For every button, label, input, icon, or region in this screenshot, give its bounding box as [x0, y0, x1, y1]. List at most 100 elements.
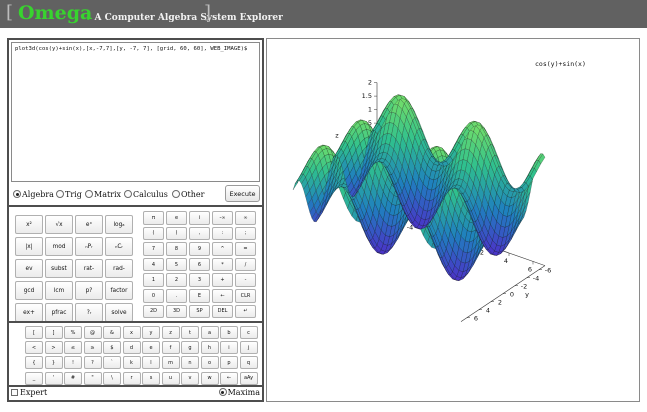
key-button[interactable]: j — [239, 341, 258, 355]
key-button[interactable]: ; — [235, 226, 256, 241]
key-button[interactable]: ) — [166, 226, 187, 241]
key-button[interactable]: ` — [103, 356, 121, 370]
key-button[interactable]: ≥ — [83, 341, 102, 355]
key-button[interactable]: ₙPᵣ — [75, 237, 103, 256]
key-button[interactable]: . — [166, 289, 187, 303]
key-button[interactable]: p — [220, 356, 238, 370]
key-button[interactable]: [ — [25, 326, 43, 339]
key-button[interactable]: 5 — [166, 257, 187, 272]
key-button[interactable]: -∞ — [212, 211, 233, 225]
key-button[interactable]: < — [25, 341, 43, 355]
key-button[interactable]: - — [235, 273, 256, 287]
key-button[interactable]: = — [235, 242, 256, 256]
key-button[interactable]: : — [212, 226, 233, 241]
key-button[interactable]: 6 — [189, 257, 210, 272]
key-button[interactable]: g — [181, 341, 199, 355]
key-button[interactable]: 8 — [166, 242, 187, 256]
key-button[interactable]: / — [235, 257, 256, 272]
key-button[interactable]: " — [83, 371, 102, 385]
key-button[interactable]: e — [166, 211, 187, 225]
key-button[interactable]: } — [44, 356, 63, 370]
key-button[interactable]: subst — [45, 259, 73, 278]
key-button[interactable]: f — [161, 341, 180, 355]
key-button[interactable]: + — [212, 273, 233, 287]
key-button[interactable]: mod — [45, 237, 73, 256]
key-button[interactable]: , — [189, 226, 210, 241]
key-button[interactable]: rat- — [75, 259, 103, 278]
key-button[interactable]: π — [143, 211, 164, 225]
key-button[interactable]: logₐ — [105, 215, 133, 234]
key-button[interactable]: ? — [83, 356, 102, 370]
key-button[interactable]: 3D — [166, 304, 187, 319]
key-button[interactable]: ?ᵣ — [75, 303, 103, 322]
key-button[interactable]: $ — [103, 341, 121, 355]
key-button[interactable]: e — [142, 341, 160, 355]
key-button[interactable]: ! — [64, 356, 82, 370]
key-button[interactable]: k — [122, 356, 141, 370]
key-button[interactable]: ^ — [212, 242, 233, 256]
key-button[interactable]: 7 — [143, 242, 164, 256]
key-button[interactable]: ∞ — [235, 211, 256, 225]
app-logo-omega[interactable]: Omega — [18, 2, 92, 24]
key-button[interactable]: solve — [105, 303, 133, 322]
key-button[interactable]: i — [220, 341, 238, 355]
key-button[interactable]: lcm — [45, 281, 73, 300]
key-button[interactable]: s — [142, 371, 160, 385]
key-button[interactable]: # — [64, 371, 82, 385]
key-button[interactable]: p? — [75, 281, 103, 300]
key-button[interactable]: d — [122, 341, 141, 355]
key-button[interactable]: b — [220, 326, 238, 339]
key-button[interactable]: gcd — [15, 281, 43, 300]
key-button[interactable]: % — [64, 326, 82, 339]
key-button[interactable]: o — [200, 356, 219, 370]
key-button[interactable]: 9 — [189, 242, 210, 256]
key-button[interactable]: z — [161, 326, 180, 339]
key-button[interactable]: ex+ — [15, 303, 43, 322]
key-button[interactable]: ( — [143, 226, 164, 241]
mode-radio-calculus[interactable]: Calculus — [124, 190, 168, 199]
command-editor[interactable]: plot3d(cos(y)+sin(x),[x,-7,7],[y, -7, 7]… — [11, 42, 260, 182]
key-button[interactable]: u — [161, 371, 180, 385]
key-button[interactable]: ← — [220, 371, 238, 385]
key-button[interactable]: x — [122, 326, 141, 339]
key-button[interactable]: i — [189, 211, 210, 225]
key-button[interactable]: 3 — [189, 273, 210, 287]
engine-radio-maxima[interactable]: Maxima — [218, 388, 260, 397]
key-button[interactable]: factor — [105, 281, 133, 300]
key-button[interactable]: 4 — [143, 257, 164, 272]
key-button[interactable]: _ — [25, 371, 43, 385]
key-button[interactable]: ' — [44, 371, 63, 385]
key-button[interactable]: c — [239, 326, 258, 339]
key-button[interactable]: 2D — [143, 304, 164, 319]
key-button[interactable]: > — [44, 341, 63, 355]
key-button[interactable]: pfrac — [45, 303, 73, 322]
mode-radio-algebra[interactable]: Algebra — [13, 190, 54, 199]
execute-button[interactable]: Execute — [225, 185, 260, 202]
expert-checkbox[interactable]: Expert — [11, 388, 47, 397]
mode-radio-matrix[interactable]: Matrix — [85, 190, 121, 199]
key-button[interactable]: * — [212, 257, 233, 272]
key-button[interactable]: a — [200, 326, 219, 339]
key-button[interactable]: ↵ — [235, 304, 256, 319]
key-button[interactable]: n — [181, 356, 199, 370]
key-button[interactable]: CLR — [235, 289, 256, 303]
key-button[interactable]: w — [200, 371, 219, 385]
key-button[interactable]: x² — [15, 215, 43, 234]
key-button[interactable]: SP — [189, 304, 210, 319]
key-button[interactable]: t — [181, 326, 199, 339]
key-button[interactable]: r — [122, 371, 141, 385]
key-button[interactable]: rad- — [105, 259, 133, 278]
key-button[interactable]: ev — [15, 259, 43, 278]
key-button[interactable]: DEL — [212, 304, 233, 319]
key-button[interactable]: 1 — [143, 273, 164, 287]
key-button[interactable]: ₙCᵣ — [105, 237, 133, 256]
key-button[interactable]: \ — [103, 371, 121, 385]
key-button[interactable]: 2 — [166, 273, 187, 287]
key-button[interactable]: l — [142, 356, 160, 370]
mode-radio-other[interactable]: Other — [172, 190, 204, 199]
key-button[interactable]: ≤ — [64, 341, 82, 355]
key-button[interactable]: m — [161, 356, 180, 370]
key-button[interactable]: h — [200, 341, 219, 355]
key-button[interactable]: aAy — [239, 371, 258, 385]
key-button[interactable]: { — [25, 356, 43, 370]
